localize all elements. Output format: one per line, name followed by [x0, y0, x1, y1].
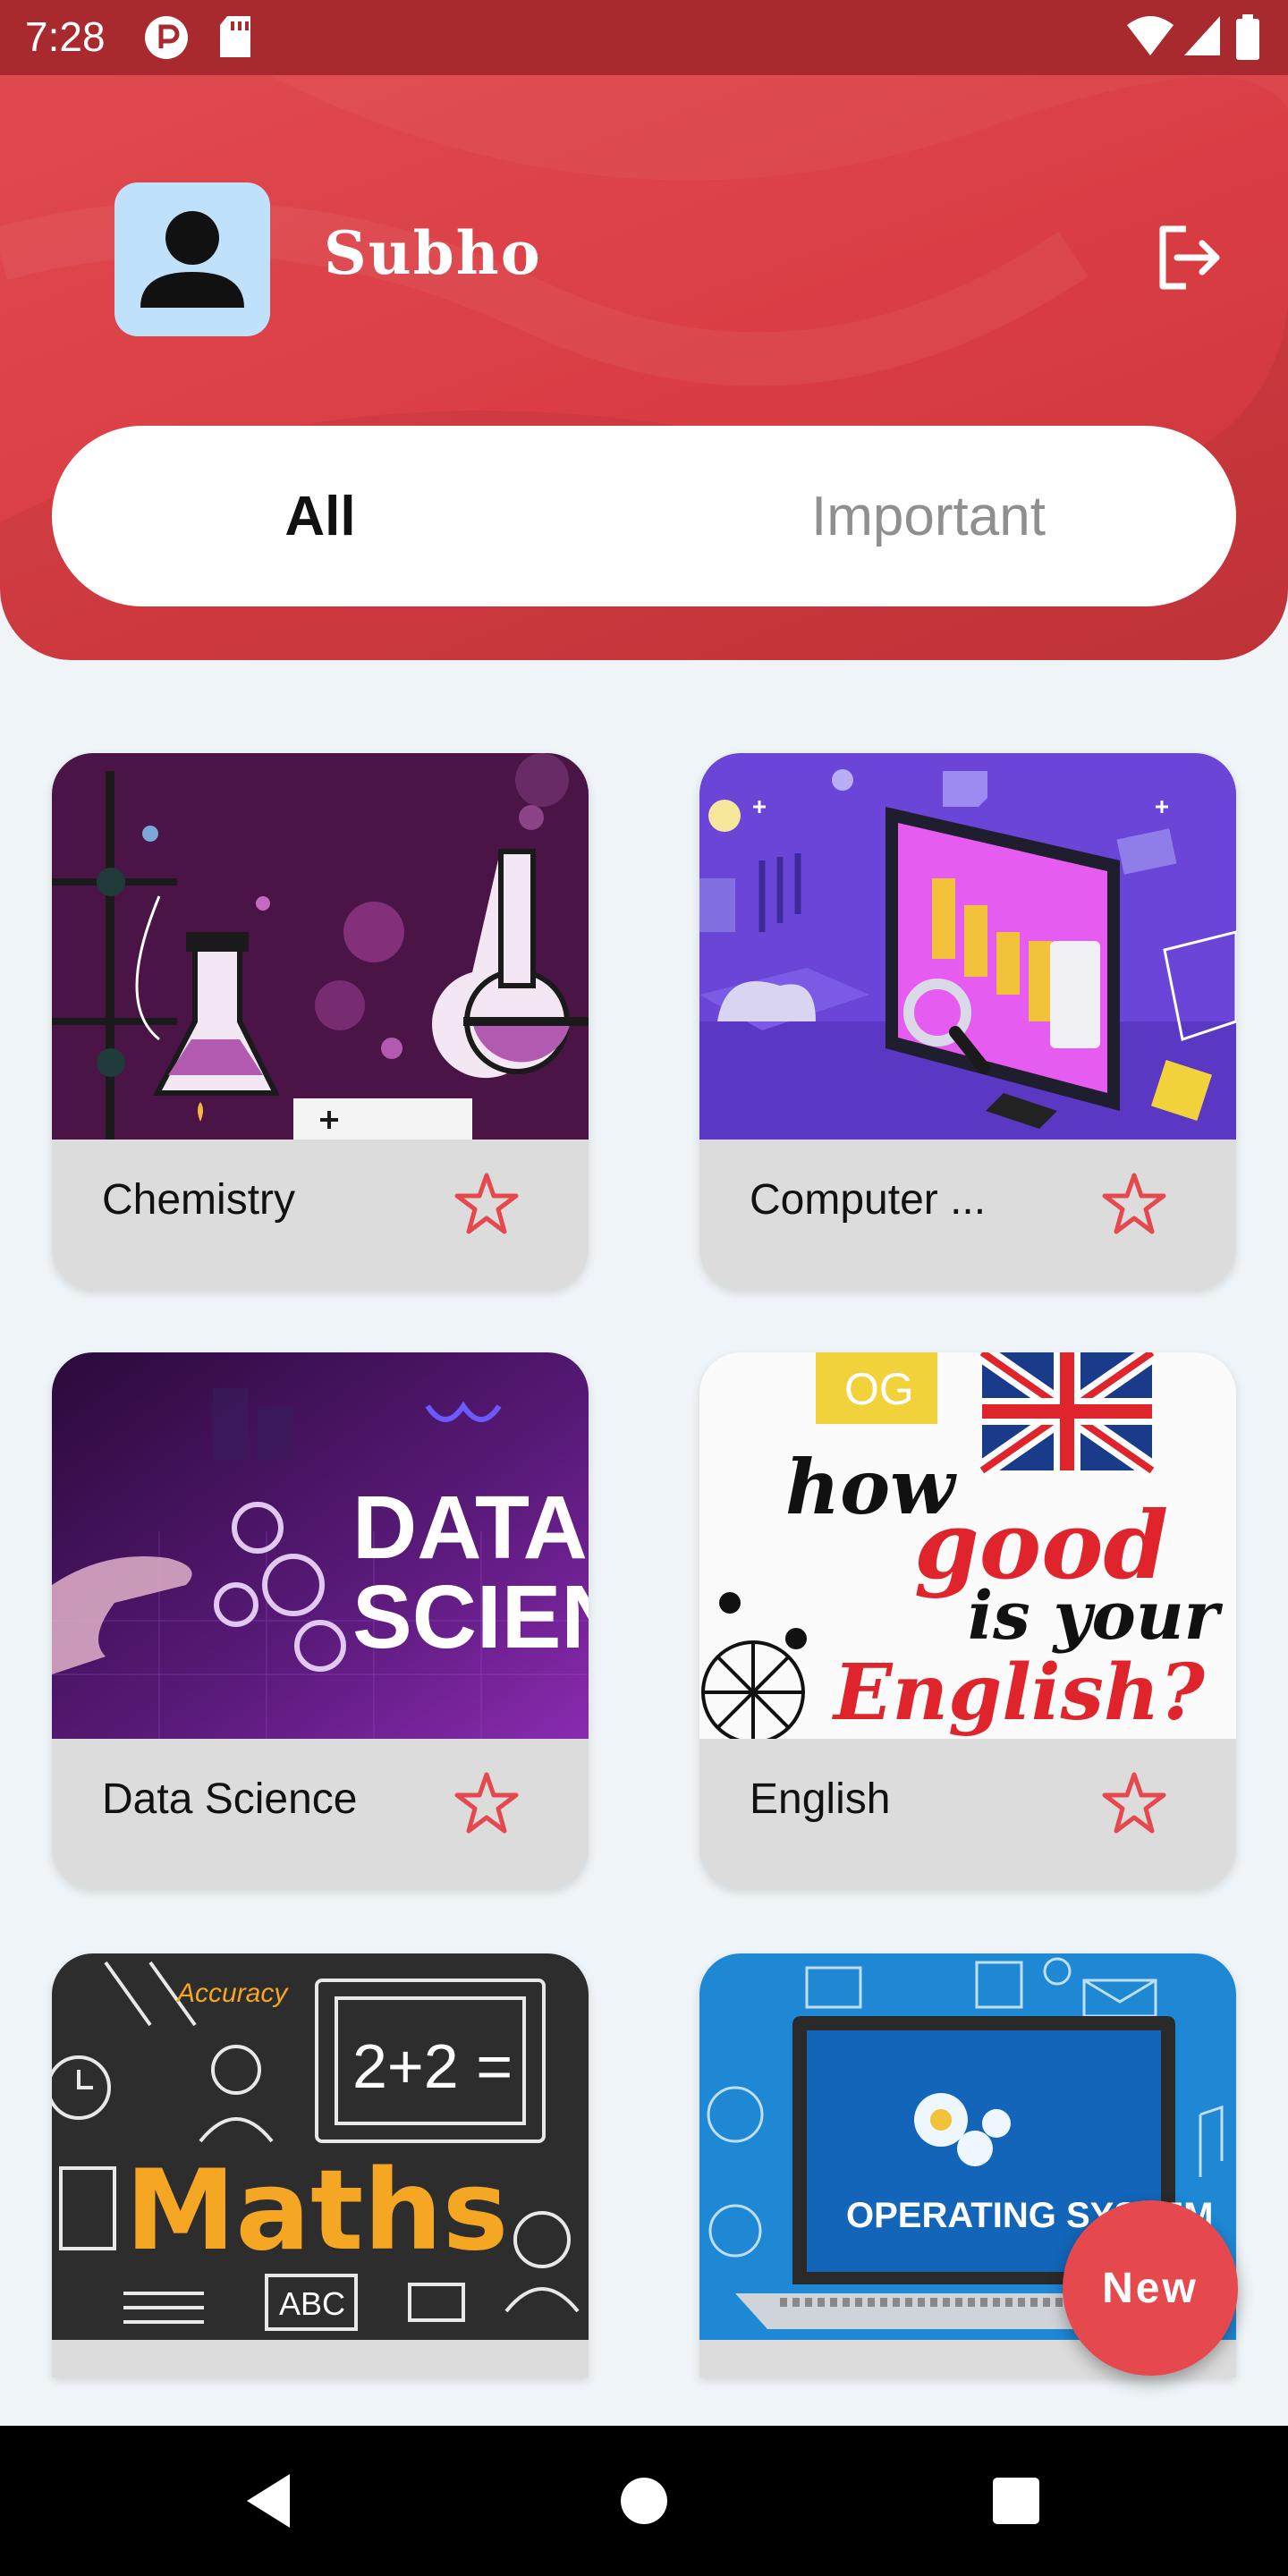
subject-title: English	[750, 1775, 891, 1823]
system-nav-bar	[0, 2426, 1288, 2576]
data-science-line1: DATA	[352, 1478, 588, 1578]
star-outline-icon[interactable]	[1100, 1170, 1168, 1238]
subject-card-computer[interactable]: Computer ...	[699, 753, 1236, 1290]
star-outline-icon[interactable]	[1100, 1769, 1168, 1837]
english-thumbnail: OG how good is your English?	[699, 1352, 1236, 1739]
new-button[interactable]: New	[1063, 2200, 1238, 2376]
subject-card-english[interactable]: OG how good is your English? English	[699, 1352, 1236, 1889]
user-avatar[interactable]	[114, 182, 270, 336]
maths-accuracy: Accuracy	[175, 1979, 289, 2008]
home-icon[interactable]	[608, 2465, 680, 2537]
tab-important[interactable]: Important	[624, 426, 1233, 606]
username: Subho	[324, 218, 542, 288]
maths-thumbnail: Accuracy 2+2 = Maths ABC	[52, 1953, 589, 2340]
computer-thumbnail	[699, 753, 1236, 1140]
app-notification-icon	[145, 16, 188, 59]
subject-card-data-science[interactable]: DATA SCIENC Data Science	[52, 1352, 589, 1889]
cell-signal-icon	[1184, 16, 1220, 55]
maths-board-text: 2+2 =	[352, 2031, 513, 2101]
subject-title: Chemistry	[102, 1176, 296, 1224]
subject-title: Computer ...	[750, 1176, 987, 1224]
tab-all[interactable]: All	[52, 426, 589, 606]
recents-icon[interactable]	[980, 2465, 1052, 2537]
chemistry-thumbnail	[52, 753, 589, 1140]
person-icon	[140, 211, 244, 308]
back-icon[interactable]	[234, 2465, 306, 2537]
data-science-line2: SCIENC	[352, 1567, 589, 1667]
status-bar: 7:28	[0, 0, 1288, 75]
subject-card-maths[interactable]: Accuracy 2+2 = Maths ABC	[52, 1953, 589, 2377]
star-outline-icon[interactable]	[453, 1769, 521, 1837]
wifi-icon	[1127, 16, 1174, 55]
sd-card-icon	[220, 16, 250, 57]
status-time: 7:28	[25, 13, 106, 60]
battery-icon	[1236, 14, 1259, 60]
maths-abc: ABC	[279, 2285, 345, 2322]
logout-icon[interactable]	[1150, 220, 1225, 295]
english-og: OG	[844, 1364, 914, 1414]
english-line3: is your	[968, 1578, 1224, 1655]
subject-card-chemistry[interactable]: Chemistry	[52, 753, 589, 1290]
filter-tabs: All Important	[52, 426, 1236, 606]
star-outline-icon[interactable]	[453, 1170, 521, 1238]
profile-header: Subho All Important	[0, 75, 1288, 660]
data-science-thumbnail: DATA SCIENC	[52, 1352, 589, 1739]
subject-title: Data Science	[102, 1775, 358, 1823]
english-line4: English?	[831, 1648, 1206, 1738]
maths-word: Maths	[125, 2147, 508, 2275]
